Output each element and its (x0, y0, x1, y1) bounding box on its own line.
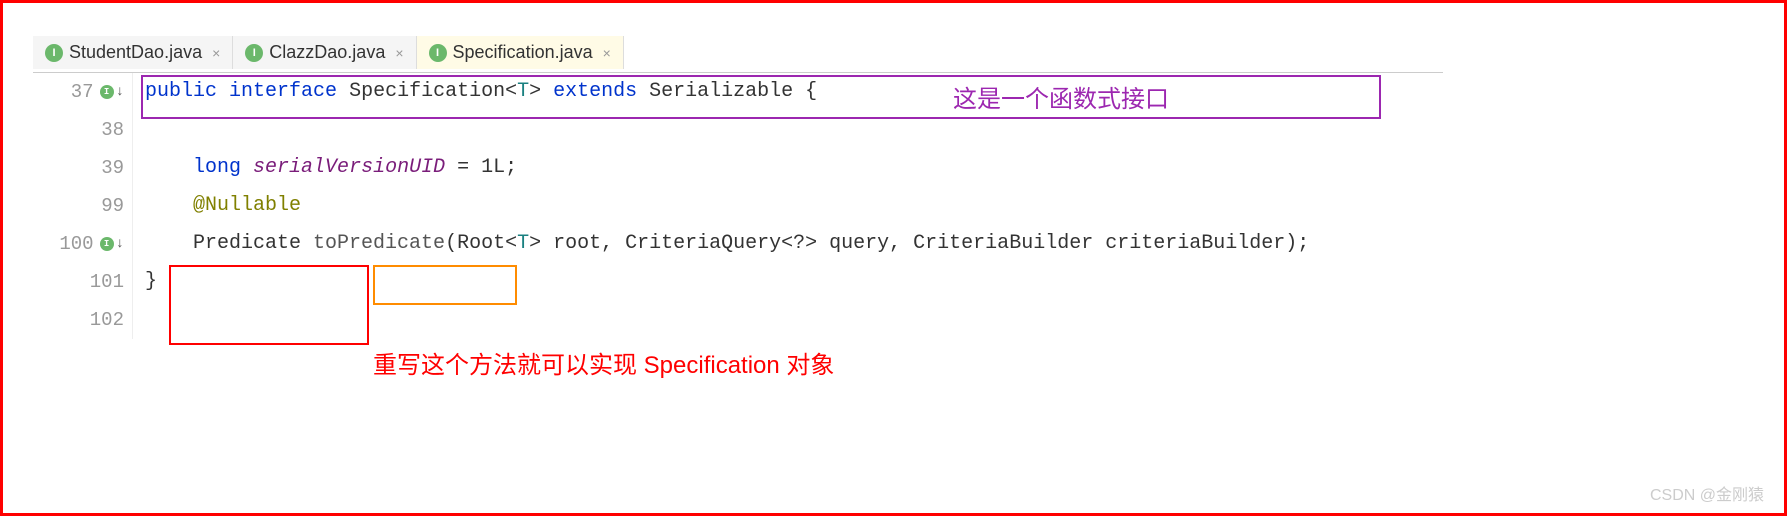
editor-tabs: I StudentDao.java × I ClazzDao.java × I … (33, 33, 1443, 73)
line-number: 100 (59, 233, 93, 255)
down-arrow-icon: ↓ (116, 84, 124, 100)
code-line-99: @Nullable (133, 187, 1443, 225)
annotation-text-red: 重写这个方法就可以实现 Specification 对象 (373, 345, 834, 380)
close-icon[interactable]: × (212, 45, 220, 61)
tab-clazzdao[interactable]: I ClazzDao.java × (233, 36, 416, 69)
gutter-line[interactable]: 39 (33, 149, 132, 187)
tab-label: Specification.java (453, 42, 593, 63)
down-arrow-icon: ↓ (116, 236, 124, 252)
tab-specification[interactable]: I Specification.java × (417, 36, 624, 69)
tab-label: ClazzDao.java (269, 42, 385, 63)
code-area: 37I↓ 38 39 99 100I↓ 101 102 public inter… (33, 73, 1443, 339)
screenshot-frame: I StudentDao.java × I ClazzDao.java × I … (0, 0, 1787, 516)
code-line-38 (133, 111, 1443, 149)
close-icon[interactable]: × (395, 45, 403, 61)
line-number: 102 (90, 309, 124, 331)
line-number: 37 (71, 81, 94, 103)
code-line-100: Predicate toPredicate(Root<T> root, Crit… (133, 225, 1443, 263)
line-number: 99 (101, 195, 124, 217)
line-number: 38 (101, 119, 124, 141)
gutter-line[interactable]: 38 (33, 111, 132, 149)
close-icon[interactable]: × (603, 45, 611, 61)
interface-icon: I (45, 44, 63, 62)
interface-icon: I (429, 44, 447, 62)
line-number: 39 (101, 157, 124, 179)
code-line-37: public interface Specification<T> extend… (133, 73, 1443, 111)
line-gutter: 37I↓ 38 39 99 100I↓ 101 102 (33, 73, 133, 339)
line-number: 101 (90, 271, 124, 293)
code-content[interactable]: public interface Specification<T> extend… (133, 73, 1443, 339)
watermark: CSDN @金刚猿 (1650, 481, 1764, 505)
ide-container: I StudentDao.java × I ClazzDao.java × I … (33, 33, 1443, 339)
gutter-line[interactable]: 101 (33, 263, 132, 301)
gutter-line[interactable]: 37 I↓ (33, 73, 132, 111)
tab-label: StudentDao.java (69, 42, 202, 63)
gutter-line[interactable]: 99 (33, 187, 132, 225)
code-line-102 (133, 301, 1443, 339)
gutter-line[interactable]: 100 I↓ (33, 225, 132, 263)
code-line-101: } (133, 263, 1443, 301)
implementers-icon[interactable]: I (100, 237, 114, 251)
code-line-39: long serialVersionUID = 1L; (133, 149, 1443, 187)
implementers-icon[interactable]: I (100, 85, 114, 99)
gutter-line[interactable]: 102 (33, 301, 132, 339)
tab-studentdao[interactable]: I StudentDao.java × (33, 36, 233, 69)
annotation-text-purple: 这是一个函数式接口 (953, 79, 1169, 114)
interface-icon: I (245, 44, 263, 62)
